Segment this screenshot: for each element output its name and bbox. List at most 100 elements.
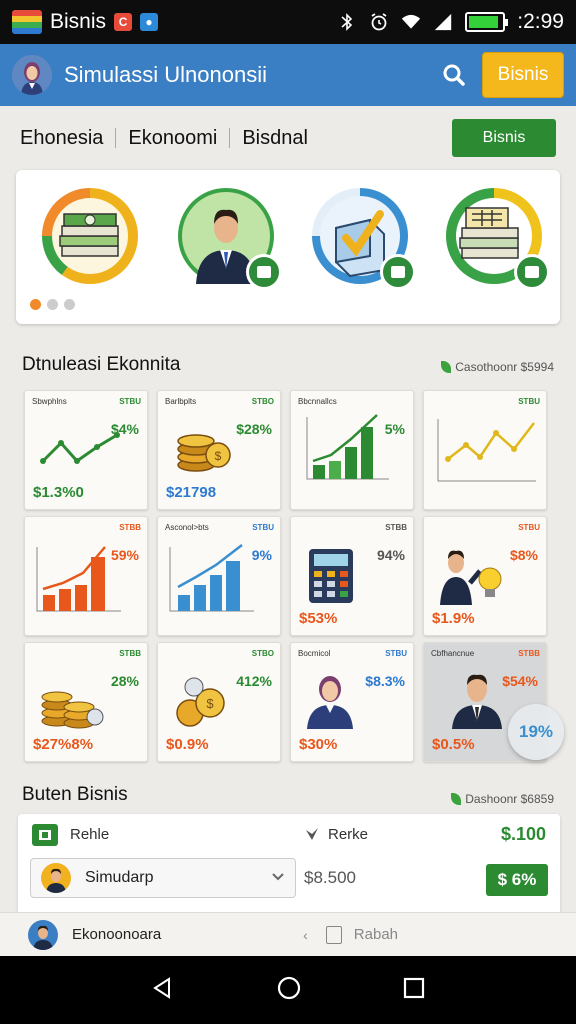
card-value: $0.5% — [432, 736, 475, 753]
card-tag: STBU — [252, 523, 274, 532]
percent-button[interactable]: $ 6% — [486, 864, 548, 896]
card-tag: STBU — [518, 523, 540, 532]
tab-ekonoomi[interactable]: Ekonoomi — [128, 127, 217, 150]
card-percent: 59% — [110, 547, 139, 563]
simulation-card[interactable]: Bocmicol STBU $8.3% $30% — [290, 642, 414, 762]
wallet-icon — [32, 824, 58, 846]
card-percent: $28% — [236, 421, 272, 437]
profile-avatar[interactable] — [12, 55, 52, 95]
bottom-mid-label[interactable]: Rabah — [354, 926, 398, 943]
bottom-bar: Ekonoonoara ‹ Rabah — [0, 912, 576, 956]
recents-icon[interactable] — [403, 977, 425, 1004]
user-avatar — [41, 863, 71, 893]
badge-icon — [380, 254, 416, 290]
bluetooth-icon — [337, 12, 357, 32]
chevron-left-icon[interactable]: ‹ — [303, 927, 308, 943]
user-avatar[interactable] — [28, 919, 58, 950]
checkbox-icon[interactable] — [312, 188, 416, 290]
badge-icon — [514, 254, 550, 290]
badge-icon — [246, 254, 282, 290]
leaf-icon — [451, 793, 462, 805]
card-value: $53% — [299, 610, 338, 627]
app-bar: Simulassi Ulnononsii Bisnis — [0, 44, 576, 106]
notification-icon: C — [114, 13, 133, 31]
tab-divider — [115, 128, 117, 148]
section-right-label: Casothoonr $5994 — [455, 360, 554, 374]
svg-text:$: $ — [215, 449, 222, 463]
leaf-icon — [441, 361, 452, 373]
bisnis-button[interactable]: Bisnis — [482, 52, 564, 98]
document-icon — [325, 925, 342, 944]
card-percent: 412% — [236, 673, 272, 689]
svg-text:$: $ — [206, 696, 214, 711]
card-percent: $54% — [502, 673, 538, 689]
card-percent: 5% — [384, 421, 405, 437]
feature-carousel[interactable] — [16, 170, 560, 324]
simulation-select[interactable]: Simudarp — [30, 858, 296, 898]
card-percent: 9% — [251, 547, 272, 563]
section-title: Dtnuleasi Ekonnita — [22, 354, 181, 375]
card-value: $27%8% — [33, 736, 94, 753]
money-stack-icon[interactable] — [446, 188, 550, 290]
card-tag: STBU — [518, 397, 540, 406]
card-tag: STBO — [251, 397, 274, 406]
simulation-card[interactable]: Sbwphlns STBU $4% $1.3%0 — [24, 390, 148, 510]
simulation-card[interactable]: STBB 28% $27%8% — [24, 642, 148, 762]
simulation-card[interactable]: STBB 59% — [24, 516, 148, 636]
status-app-title: Bisnis — [50, 10, 107, 33]
card-value: $1.3%0 — [33, 484, 84, 501]
card-percent: 28% — [110, 673, 139, 689]
notification-icon-2: ● — [140, 13, 159, 31]
card-label: Bbcnnallcs — [298, 397, 337, 406]
carousel-pagination — [30, 299, 75, 310]
card-value: $30% — [299, 736, 338, 753]
tab-ehonesia[interactable]: Ehonesia — [20, 127, 103, 150]
section-title-2: Buten Bisnis — [22, 784, 128, 805]
card-value: $21798 — [166, 484, 217, 501]
bottom-left-label[interactable]: Ekonoonoara — [72, 926, 161, 943]
app-title: Simulassi Ulnononsii — [64, 62, 267, 87]
card-tag: STBB — [119, 649, 141, 658]
simulation-card[interactable]: Asconol>bts STBU 9% — [157, 516, 281, 636]
section-dashboard-link[interactable]: Casothoonr $5994 — [441, 360, 554, 374]
card-label: Sbwphlns — [32, 397, 67, 406]
businessman-icon[interactable] — [178, 188, 282, 290]
pagination-dot[interactable] — [64, 299, 75, 310]
card-label: Asconol>bts — [165, 523, 209, 532]
card-tag: STBU — [119, 397, 141, 406]
status-time: :2:99 — [517, 10, 564, 33]
card-value: $0.9% — [166, 736, 209, 753]
card-tag: STBB — [119, 523, 141, 532]
section-right-label-2: Dashoonr $6859 — [465, 792, 554, 806]
simulation-card[interactable]: STBB 94% $53% — [290, 516, 414, 636]
card-tag: STBU — [385, 649, 407, 658]
floating-action-button[interactable]: 19% — [508, 704, 564, 760]
card-percent: $8% — [509, 547, 538, 563]
card-tag: STBB — [518, 649, 540, 658]
card-tag: STBB — [385, 523, 407, 532]
simulation-card[interactable]: STBU — [423, 390, 547, 510]
simulation-card[interactable]: Barlbplts STBO $ $28% $21798 — [157, 390, 281, 510]
search-icon[interactable] — [434, 55, 474, 95]
back-icon[interactable] — [151, 976, 175, 1005]
simulation-card[interactable]: STBO $412% $0.9% — [157, 642, 281, 762]
app-icon — [12, 10, 42, 34]
chevron-down-icon — [271, 869, 285, 887]
row-label: Rehle — [70, 826, 110, 843]
card-tag: STBO — [251, 649, 274, 658]
card-value: $1.9% — [432, 610, 475, 627]
status-bar: Bisnis C ● :2:99 — [0, 0, 576, 44]
pagination-dot[interactable] — [47, 299, 58, 310]
battery-icon — [465, 12, 509, 32]
row-mid-label: Rerke — [328, 826, 369, 843]
wifi-icon — [401, 12, 421, 32]
simulation-card[interactable]: Bbcnnallcs 5% — [290, 390, 414, 510]
bisnis-action-button[interactable]: Bisnis — [452, 119, 556, 157]
simulation-card[interactable]: STBU $8% $1.9% — [423, 516, 547, 636]
stack-of-money-icon[interactable] — [42, 188, 138, 284]
card-label: Bocmicol — [298, 649, 331, 658]
section-dashboard-link-2[interactable]: Dashoonr $6859 — [451, 792, 554, 806]
tab-bisdnal[interactable]: Bisdnal — [242, 127, 308, 150]
pagination-dot[interactable] — [30, 299, 41, 310]
home-icon[interactable] — [276, 975, 302, 1006]
